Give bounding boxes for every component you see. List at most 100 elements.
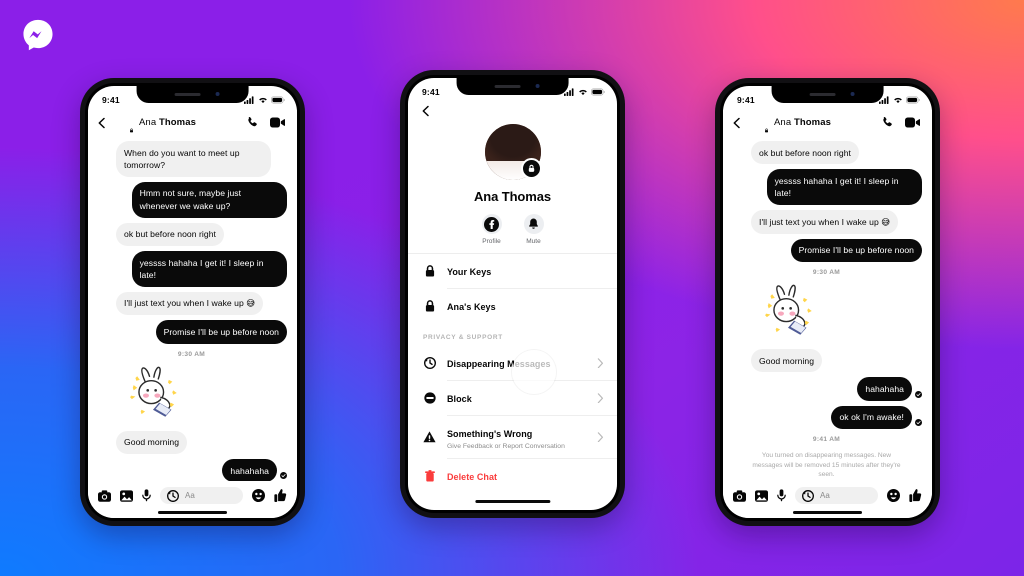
battery-icon: [591, 88, 605, 95]
signal-bars-icon: [564, 87, 574, 96]
message-bubble[interactable]: Good morning: [751, 349, 823, 373]
avatar: [96, 439, 111, 454]
message-bubble[interactable]: yessss hahaha I get it! I sleep in late!: [766, 169, 922, 206]
message-bubble[interactable]: ok but before noon right: [116, 222, 224, 247]
message-bubble[interactable]: Promise I'll be up before noon: [155, 320, 287, 344]
message-placeholder: Aa: [185, 491, 195, 500]
thumbs-up-icon[interactable]: [274, 489, 287, 502]
profile-action-label: Profile: [482, 238, 501, 245]
contact-last-name: Thomas: [158, 117, 196, 128]
trash-icon: [423, 470, 436, 482]
chat-header: Ana Thomas: [723, 110, 932, 138]
thread-timestamp: 9:30 AM: [177, 350, 206, 358]
message-bubble[interactable]: yessss hahaha I get it! I sleep in late!: [131, 251, 287, 287]
thumbs-up-icon[interactable]: [909, 489, 922, 502]
avatar[interactable]: [484, 124, 542, 180]
settings-row-label: Block: [447, 394, 472, 404]
settings-row-anas-keys[interactable]: Ana's Keys: [408, 289, 617, 323]
video-camera-icon[interactable]: [905, 117, 920, 128]
bunny-sticker: [130, 366, 177, 417]
status-time: 9:41: [422, 86, 440, 97]
avatar: [731, 357, 746, 372]
sticker-message[interactable]: [96, 364, 287, 427]
lock-badge-icon: [520, 158, 542, 179]
status-indicators: [244, 95, 285, 104]
settings-row-block[interactable]: Block: [408, 381, 617, 415]
back-chevron-icon[interactable]: [420, 105, 432, 117]
phone-chat-right: 9:41 Ana Thomas ok but before noon right…: [715, 78, 940, 526]
message-bubble[interactable]: ok but before noon right: [751, 141, 859, 165]
contact-last-name: Thomas: [793, 117, 831, 128]
photo-gallery-icon[interactable]: [120, 489, 133, 502]
contact-name[interactable]: Ana Thomas: [139, 117, 240, 128]
message-bubble[interactable]: When do you want to meet up tomorrow?: [116, 141, 272, 177]
phone-call-icon[interactable]: [246, 116, 259, 129]
section-header: PRIVACY & SUPPORT: [423, 334, 503, 341]
block-icon: [423, 392, 436, 404]
phone-screen: 9:41 Ana Thomas: [88, 86, 297, 518]
microphone-icon[interactable]: [142, 489, 151, 502]
message-bubble[interactable]: Promise I'll be up before noon: [790, 238, 922, 263]
message-thread[interactable]: ok but before noon right yessss hahaha I…: [723, 138, 932, 510]
avatar: [96, 162, 111, 177]
message-input[interactable]: Aa: [160, 487, 243, 504]
message-input[interactable]: Aa: [795, 487, 878, 504]
message-bubble[interactable]: hahahaha: [857, 377, 912, 401]
settings-row-your-keys[interactable]: Your Keys: [408, 254, 617, 288]
message-bubble[interactable]: I'll just text you when I wake up 😅: [116, 291, 264, 316]
message-row: ok ok I'm awake!: [731, 405, 922, 430]
camera-icon[interactable]: [98, 489, 111, 502]
phone-chat-left: 9:41 Ana Thomas When do you want to meet…: [80, 78, 305, 526]
messenger-logo-icon: [21, 18, 55, 52]
avatar[interactable]: [114, 113, 135, 134]
profile-action-profile[interactable]: Profile: [481, 214, 502, 245]
lock-icon: [423, 265, 436, 277]
emoji-smiley-icon[interactable]: [252, 489, 265, 502]
settings-row-sublabel: Give Feedback or Report Conversation: [447, 443, 565, 450]
message-bubble[interactable]: hahahaha: [222, 459, 277, 483]
settings-row-disappearing-messages[interactable]: Disappearing Messages: [408, 346, 617, 394]
message-row: When do you want to meet up tomorrow?: [96, 141, 287, 177]
message-row: hahahaha: [96, 459, 287, 483]
chevron-right-icon: [597, 432, 604, 442]
back-chevron-icon[interactable]: [731, 117, 743, 129]
phone-screen: 9:41 Ana Thomas: [408, 78, 617, 510]
settings-row-delete-chat[interactable]: Delete Chat: [408, 459, 617, 493]
photo-gallery-icon[interactable]: [755, 489, 768, 502]
message-row: Promise I'll be up before noon: [96, 320, 287, 344]
read-receipt-icon: [280, 472, 287, 480]
avatar[interactable]: [749, 113, 770, 134]
contact-name[interactable]: Ana Thomas: [774, 117, 875, 128]
message-composer: Aa: [88, 481, 297, 518]
message-row: Good morning: [731, 349, 922, 373]
message-row: Hmm not sure, maybe just whenever we wak…: [96, 181, 287, 218]
status-bar: 9:41: [408, 78, 617, 102]
disappearing-timer-icon[interactable]: [802, 489, 814, 502]
sticker-message[interactable]: [731, 282, 922, 345]
back-chevron-icon[interactable]: [96, 117, 108, 129]
message-bubble[interactable]: ok ok I'm awake!: [831, 405, 912, 430]
message-row: ok but before noon right: [96, 222, 287, 247]
message-composer: Aa: [723, 481, 932, 518]
message-thread[interactable]: When do you want to meet up tomorrow? Hm…: [88, 138, 297, 511]
home-indicator: [474, 500, 551, 503]
disappearing-timer-icon[interactable]: [167, 489, 179, 502]
home-indicator: [793, 511, 862, 514]
settings-row-somethings-wrong[interactable]: Something's Wrong Give Feedback or Repor…: [408, 416, 617, 458]
profile-action-mute[interactable]: Mute: [523, 214, 544, 245]
emoji-smiley-icon[interactable]: [887, 489, 900, 502]
message-bubble[interactable]: Hmm not sure, maybe just whenever we wak…: [131, 181, 287, 218]
status-indicators: [564, 87, 605, 96]
message-bubble[interactable]: I'll just text you when I wake up 😅: [751, 210, 899, 234]
settings-list: Your Keys Ana's Keys PRIVACY & SUPPORT D…: [408, 254, 617, 493]
chevron-right-icon: [597, 393, 604, 403]
microphone-icon[interactable]: [777, 489, 786, 502]
bunny-sticker: [765, 284, 812, 335]
camera-icon[interactable]: [733, 489, 746, 502]
contact-first-name: Ana: [139, 117, 159, 128]
message-bubble[interactable]: Good morning: [116, 430, 188, 455]
message-row: yessss hahaha I get it! I sleep in late!: [731, 169, 922, 206]
read-receipt-icon: [915, 419, 922, 427]
phone-call-icon[interactable]: [881, 116, 894, 129]
video-camera-icon[interactable]: [270, 117, 285, 128]
